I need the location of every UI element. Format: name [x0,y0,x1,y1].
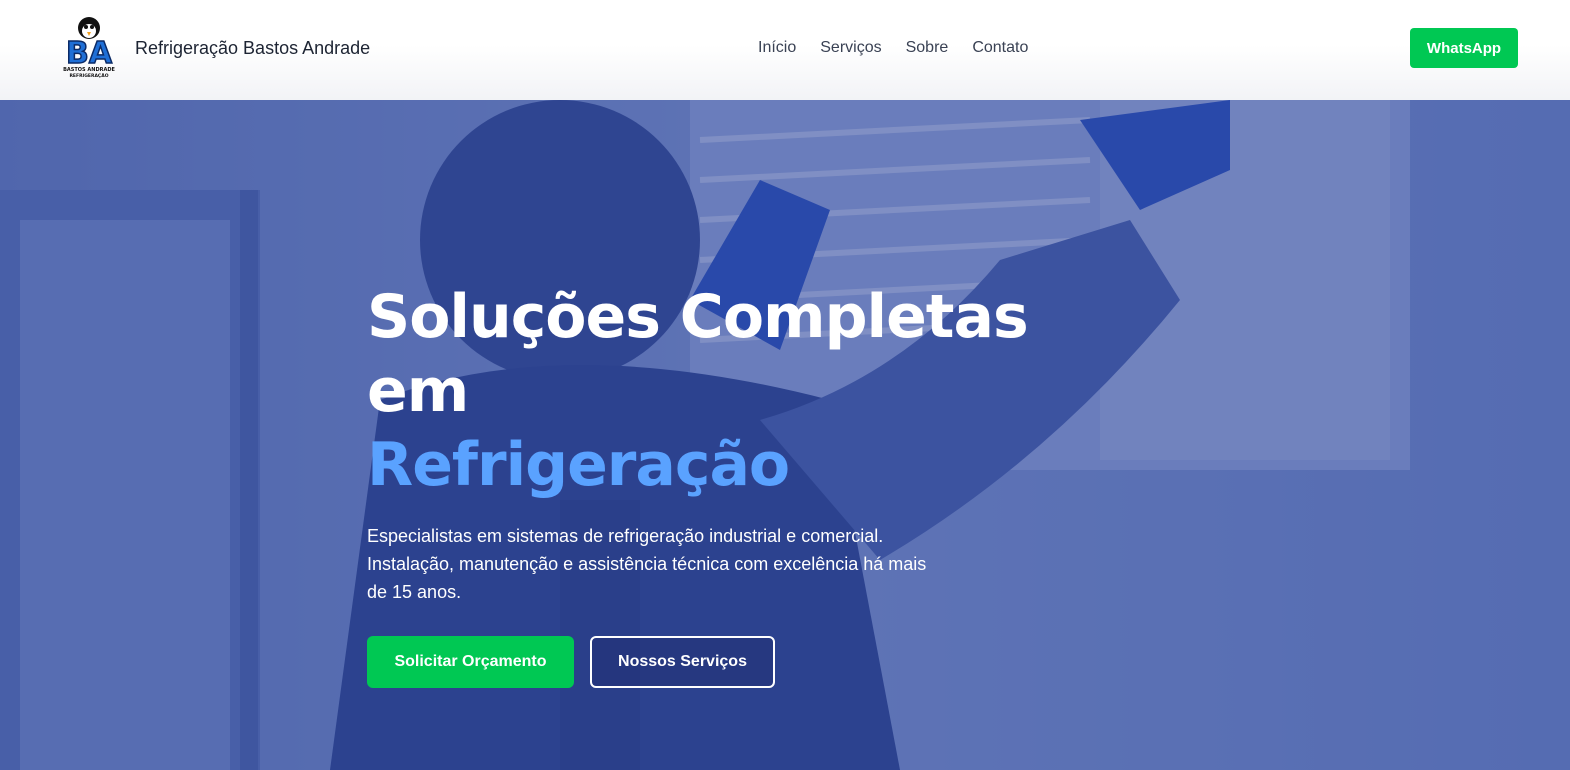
main-nav: Início Serviços Sobre Contato [758,39,1028,57]
nav-item-sobre[interactable]: Sobre [906,39,949,57]
whatsapp-button[interactable]: WhatsApp [1410,28,1518,68]
nav-item-servicos[interactable]: Serviços [820,39,881,57]
hero-title-line1: Soluções Completas em [367,282,1029,426]
nav-item-contato[interactable]: Contato [972,39,1028,57]
hero-title-accent: Refrigeração [367,430,790,500]
hero-buttons: Solicitar Orçamento Nossos Serviços [367,636,1127,688]
logo-initials: BA [66,36,113,71]
brand-name[interactable]: Refrigeração Bastos Andrade [135,38,370,59]
hero-description: Especialistas em sistemas de refrigeraçã… [367,526,927,602]
request-quote-button[interactable]: Solicitar Orçamento [367,636,574,688]
hero-section: Soluções Completas em Refrigeração Espec… [0,100,1570,770]
hero-content: Soluções Completas em Refrigeração Espec… [367,280,1127,688]
hero-title: Soluções Completas em Refrigeração [367,280,1127,502]
logo-subtitle-2: REFRIGERAÇÃO [69,72,108,79]
site-header: BA BASTOS ANDRADE REFRIGERAÇÃO Refrigera… [0,0,1570,100]
brand-logo[interactable]: BA BASTOS ANDRADE REFRIGERAÇÃO [60,16,118,80]
nav-item-inicio[interactable]: Início [758,39,796,57]
our-services-button[interactable]: Nossos Serviços [590,636,775,688]
logo-subtitle-1: BASTOS ANDRADE [63,67,115,73]
